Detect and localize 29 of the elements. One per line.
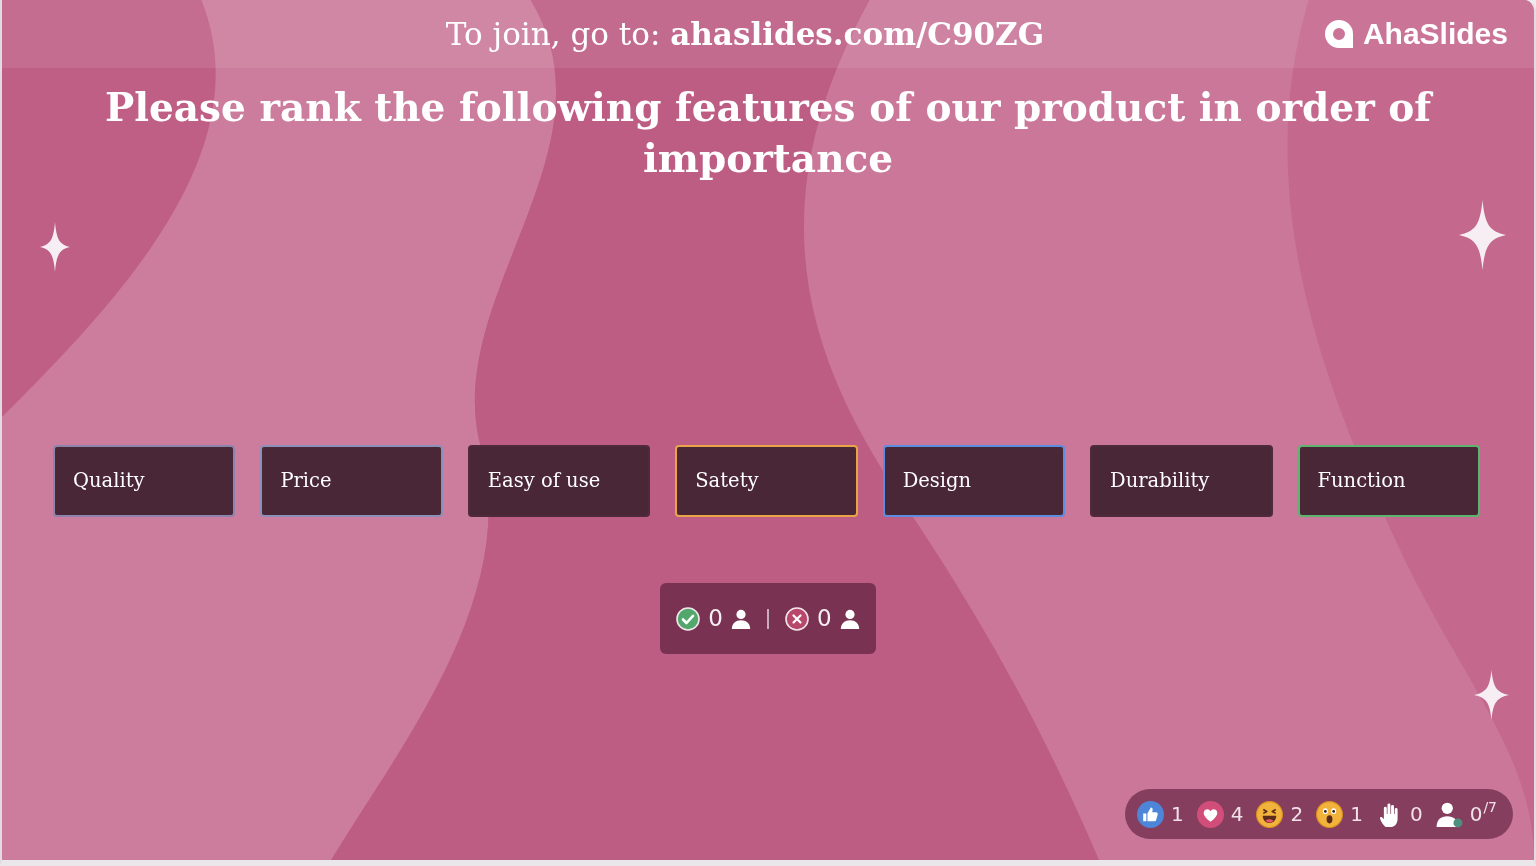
correct-count: 0 <box>708 607 723 630</box>
reaction-count: 1 <box>1350 804 1363 824</box>
ranking-option: Function <box>1297 445 1480 517</box>
ranking-option: Design <box>882 445 1066 517</box>
person-icon <box>1435 800 1463 828</box>
ranking-option: Satety <box>675 445 858 517</box>
sparkle-icon <box>1474 670 1509 720</box>
reaction-count: 0 <box>1409 804 1423 824</box>
sparkle-icon <box>1459 200 1506 270</box>
reaction-count: 4 <box>1230 804 1244 824</box>
ranking-option: Quality <box>53 445 236 517</box>
join-instructions: To join, go to: ahaslides.com/C90ZG <box>445 14 1045 54</box>
person-icon <box>839 608 860 629</box>
ranking-option: Price <box>260 445 443 517</box>
reaction-count: 1 <box>1170 804 1184 824</box>
ranking-option: Easy of use <box>467 445 651 517</box>
audience-capacity: /7 <box>1483 800 1497 814</box>
logo-icon <box>1322 18 1355 50</box>
question-title: Please rank the following features of our product in order of importance <box>103 83 1434 183</box>
person-icon <box>731 608 751 629</box>
surprised-face-icon <box>1316 800 1344 828</box>
incorrect-count: 0 <box>817 607 832 630</box>
logo-text: AhaSlides <box>1362 19 1508 49</box>
check-circle-icon <box>676 606 701 631</box>
audience-count: 0 <box>1469 804 1483 824</box>
x-circle-icon <box>785 606 809 631</box>
reaction-count: 2 <box>1290 804 1304 824</box>
ranking-option: Durability <box>1090 445 1273 517</box>
thumbs-up-icon <box>1136 800 1164 828</box>
